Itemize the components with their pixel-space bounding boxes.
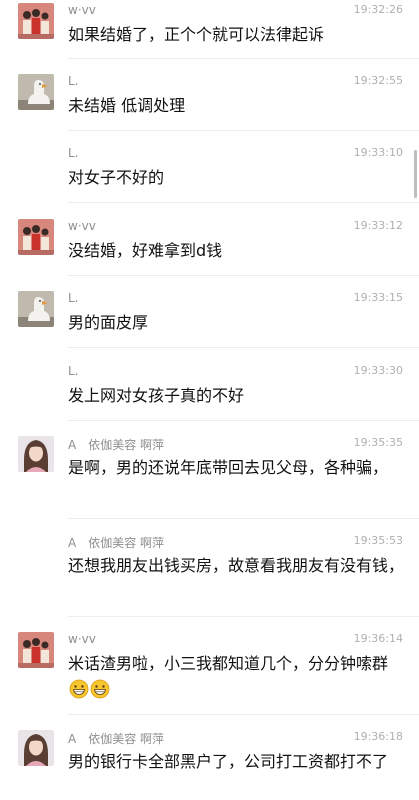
message-timestamp: 19:32:26 [353,3,403,16]
message-text-content: 米话渣男啦，小三我都知道几个，分分钟嗦群 [68,654,389,673]
message-text: 还想我朋友出钱买房，故意看我朋友有没有钱， [68,556,405,575]
sender-name[interactable]: L. [68,291,79,305]
message-timestamp: 19:36:14 [353,632,403,645]
message-text: 没结婚，好难拿到d钱 [68,241,223,260]
message-divider [68,714,419,715]
grinning-emoji [90,679,110,699]
sender-name[interactable]: A 依伽美容 啊萍 [68,436,164,453]
message-timestamp: 19:35:53 [353,534,403,547]
message-divider [68,58,419,59]
message-text: 对女子不好的 [68,168,165,187]
message-text: 如果结婚了，正个个就可以法律起诉 [68,25,325,44]
message-divider [68,130,419,131]
message-divider [68,616,419,617]
grinning-emoji [69,679,89,699]
woman-photo-avatar[interactable] [18,730,54,766]
message-timestamp: 19:33:30 [353,364,403,377]
sender-name[interactable]: L. [68,146,79,160]
message-divider [68,347,419,348]
goose-photo-avatar[interactable] [18,74,54,110]
family-illustration-avatar[interactable] [18,632,54,668]
message-timestamp: 19:33:10 [353,146,403,159]
scrollbar-thumb[interactable] [414,150,417,198]
family-illustration-avatar[interactable] [18,219,54,255]
woman-photo-avatar[interactable] [18,436,54,472]
message-text: 未结婚 低调处理 [68,96,186,115]
family-illustration-avatar[interactable] [18,3,54,39]
message-timestamp: 19:32:55 [353,74,403,87]
sender-name[interactable]: w·vv [68,632,96,646]
chat-message-list[interactable]: w·vv 19:32:26 如果结婚了，正个个就可以法律起诉 L. 19:32:… [0,0,419,800]
message-timestamp: 19:35:35 [353,436,403,449]
message-text: 是啊，男的还说年底带回去见父母，各种骗， [68,458,389,477]
sender-name[interactable]: A 依伽美容 啊萍 [68,534,164,551]
sender-name[interactable]: w·vv [68,3,96,17]
message-divider [68,202,419,203]
sender-name[interactable]: L. [68,74,79,88]
message-timestamp: 19:33:12 [353,219,403,232]
message-text: 米话渣男啦，小三我都知道几个，分分钟嗦群 [68,651,404,703]
message-text: 男的银行卡全部黑户了，公司打工资都打不了 [68,752,389,771]
goose-photo-avatar[interactable] [18,291,54,327]
sender-name[interactable]: w·vv [68,219,96,233]
message-timestamp: 19:33:15 [353,291,403,304]
message-divider [68,275,419,276]
message-text: 男的面皮厚 [68,313,149,332]
message-timestamp: 19:36:18 [353,730,403,743]
message-text: 发上网对女孩子真的不好 [68,386,245,405]
message-divider [68,420,419,421]
sender-name[interactable]: A 依伽美容 啊萍 [68,730,164,747]
sender-name[interactable]: L. [68,364,79,378]
message-divider [68,518,419,519]
